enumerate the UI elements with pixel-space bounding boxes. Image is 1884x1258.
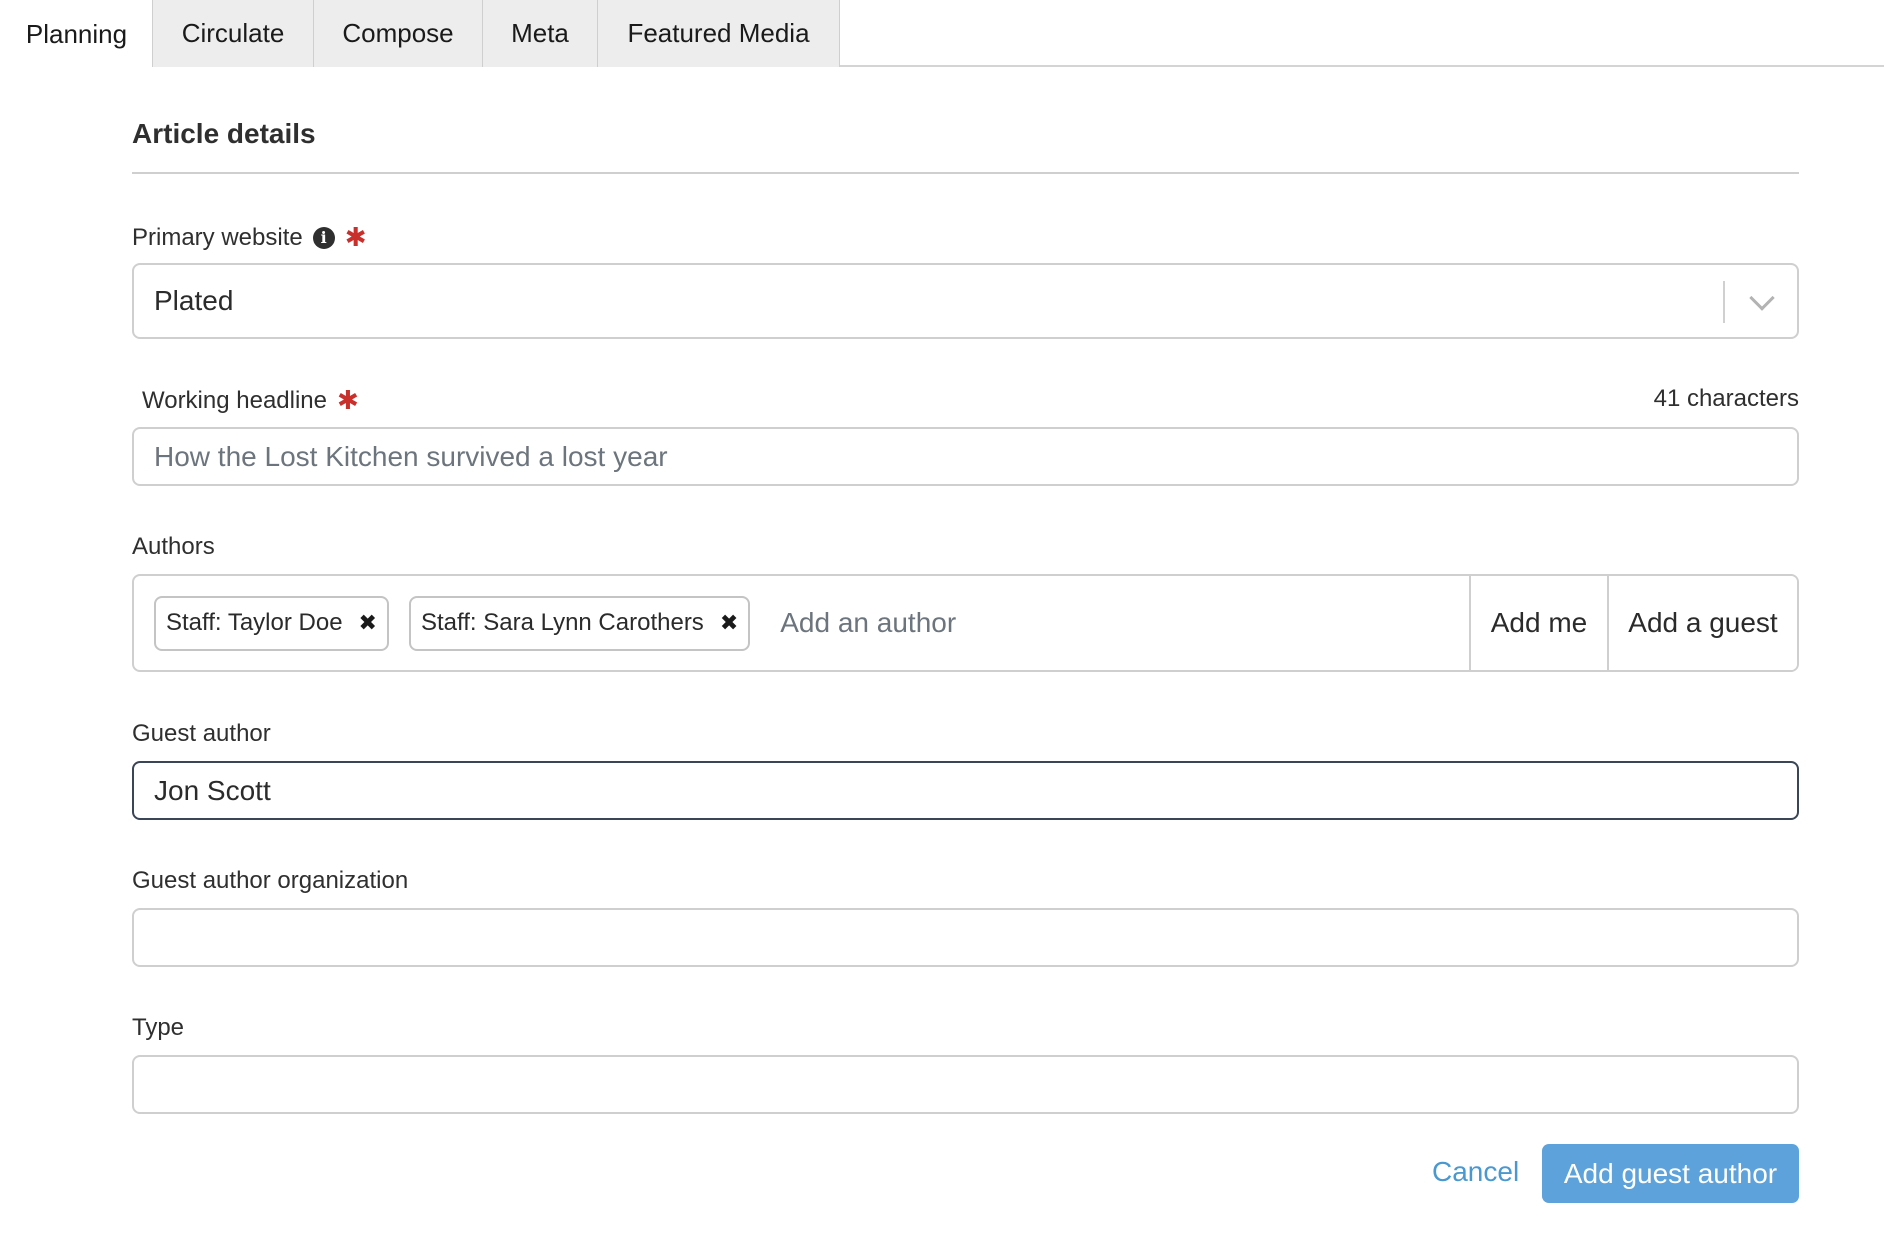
headline-character-count: 41 characters [1653, 385, 1799, 412]
headline-field[interactable] [132, 427, 1799, 486]
primary-website-label: Primary website [132, 223, 303, 251]
required-asterisk-icon: ✱ [344, 222, 367, 252]
author-chip: Staff: Taylor Doe ✖ [154, 595, 389, 651]
tab-bar: Planning Circulate Compose Meta Featured… [0, 0, 1884, 69]
tab-featured-media[interactable]: Featured Media [597, 0, 840, 67]
author-chip-label: Staff: Taylor Doe [166, 609, 343, 636]
select-separator [1723, 281, 1725, 323]
type-input[interactable] [154, 1068, 1797, 1101]
close-icon[interactable]: ✖ [720, 610, 738, 636]
info-icon[interactable]: i [312, 226, 335, 249]
authors-field[interactable]: Staff: Taylor Doe ✖ Staff: Sara Lynn Car… [132, 574, 1799, 672]
guest-author-label: Guest author [132, 720, 271, 747]
tab-compose[interactable]: Compose [313, 0, 483, 67]
add-me-button[interactable]: Add me [1469, 576, 1607, 670]
type-label: Type [132, 1014, 185, 1041]
section-title: Article details [132, 118, 316, 149]
type-field[interactable] [132, 1055, 1799, 1114]
author-search-input[interactable] [780, 607, 1081, 639]
close-icon[interactable]: ✖ [359, 610, 377, 636]
section-divider [132, 172, 1799, 174]
tab-planning[interactable]: Planning [0, 0, 153, 69]
headline-label-row: Working headline ✱ [142, 385, 359, 416]
chevron-down-icon[interactable] [1749, 285, 1775, 311]
cancel-button[interactable]: Cancel [1432, 1156, 1519, 1188]
author-chip-label: Staff: Sara Lynn Carothers [420, 609, 704, 636]
guest-author-organization-label: Guest author organization [132, 867, 409, 894]
author-chip: Staff: Sara Lynn Carothers ✖ [408, 595, 751, 651]
guest-author-field[interactable] [132, 761, 1799, 820]
primary-website-select[interactable]: Plated [132, 263, 1799, 339]
primary-website-label-row: Primary website i ✱ [132, 222, 367, 253]
authors-label: Authors [132, 533, 215, 560]
add-guest-author-button[interactable]: Add guest author [1542, 1144, 1799, 1203]
guest-author-organization-input[interactable] [154, 921, 1797, 954]
guest-author-input[interactable] [154, 774, 1797, 807]
tab-circulate[interactable]: Circulate [152, 0, 314, 67]
primary-website-value: Plated [154, 285, 234, 316]
guest-author-organization-field[interactable] [132, 908, 1799, 967]
required-asterisk-icon: ✱ [337, 385, 359, 415]
headline-input[interactable] [154, 440, 1797, 473]
tab-meta[interactable]: Meta [482, 0, 598, 67]
headline-label: Working headline [142, 386, 328, 414]
add-guest-button[interactable]: Add a guest [1607, 576, 1797, 670]
